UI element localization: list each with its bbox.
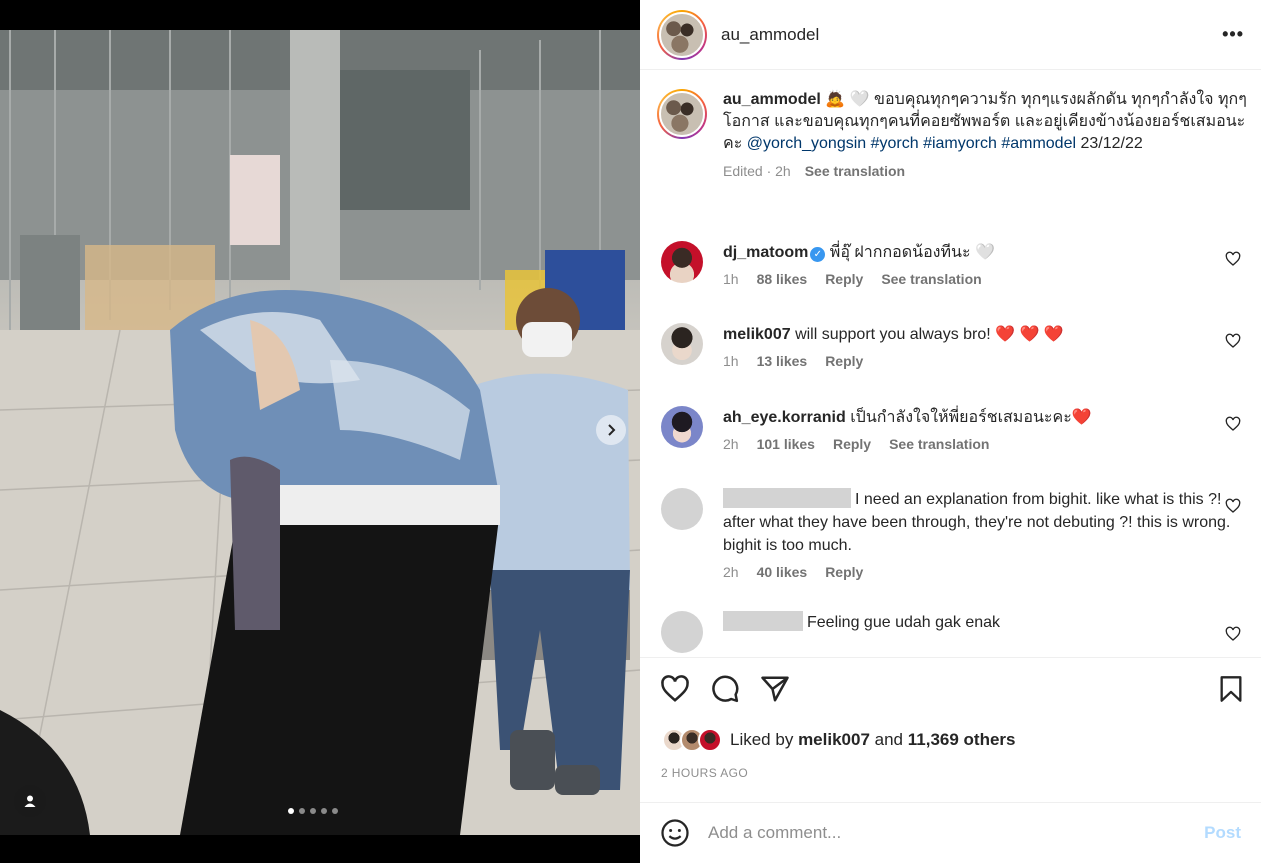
liked-by-summary[interactable]: Liked by melik007 and 11,369 others bbox=[662, 728, 1016, 752]
commenter-avatar[interactable] bbox=[661, 406, 703, 448]
comment-bubble-icon[interactable] bbox=[710, 674, 740, 704]
like-comment-heart-icon[interactable] bbox=[1225, 251, 1241, 267]
commenter-avatar[interactable] bbox=[661, 323, 703, 365]
carousel-indicator bbox=[288, 808, 338, 814]
caption-see-translation[interactable]: See translation bbox=[805, 163, 905, 179]
add-comment-input[interactable] bbox=[708, 823, 1178, 843]
caption-emoji: 🙇 🤍 bbox=[825, 91, 870, 108]
comment-likes[interactable]: 88 likes bbox=[757, 271, 808, 287]
comment-reply-button[interactable]: Reply bbox=[825, 564, 863, 580]
tagged-users-button[interactable] bbox=[14, 785, 46, 817]
more-options-icon[interactable]: ••• bbox=[1222, 24, 1244, 45]
commenter-avatar[interactable] bbox=[661, 488, 703, 530]
post-media bbox=[0, 0, 640, 863]
post-actions: Liked by melik007 and 11,369 others 2 HO… bbox=[640, 657, 1261, 802]
caption-mentions[interactable]: @yorch_yongsin #yorch #iamyorch #ammodel bbox=[747, 135, 1076, 152]
carousel-dot bbox=[321, 808, 327, 814]
commenter-username[interactable]: dj_matoom bbox=[723, 244, 808, 261]
share-paper-plane-icon[interactable] bbox=[760, 674, 790, 704]
comment-time: 1h bbox=[723, 271, 739, 287]
like-heart-icon[interactable] bbox=[660, 674, 690, 704]
comment-likes[interactable]: 13 likes bbox=[757, 353, 808, 369]
comment-item: ah_eye.korranid เป็นกำลังใจให้พี่ยอร์ชเส… bbox=[661, 406, 1241, 452]
like-comment-heart-icon[interactable] bbox=[1225, 333, 1241, 349]
comment-item: dj_matoom ✓ พี่อุ๊ ฝากกอดน้องทีนะ 🤍 1h 88… bbox=[661, 241, 1241, 287]
comment-text: พี่อุ๊ ฝากกอดน้องทีนะ 🤍 bbox=[829, 244, 995, 261]
liked-by-user[interactable]: melik007 bbox=[798, 730, 870, 750]
caption-edited: Edited · 2h bbox=[723, 163, 791, 179]
post-side-panel: au_ammodel ••• au_ammodel 🙇 🤍 ขอบคุณทุกๆ… bbox=[640, 0, 1261, 863]
comments-scroll-area[interactable]: au_ammodel 🙇 🤍 ขอบคุณทุกๆความรัก ทุกๆแรง… bbox=[640, 71, 1261, 657]
post-caption: au_ammodel 🙇 🤍 ขอบคุณทุกๆความรัก ทุกๆแรง… bbox=[657, 89, 1247, 179]
emoji-smiley-icon[interactable] bbox=[660, 818, 690, 848]
comment-item: I need an explanation from bighit. like … bbox=[661, 488, 1241, 580]
caption-date: 23/12/22 bbox=[1080, 135, 1143, 152]
post-header: au_ammodel ••• bbox=[640, 0, 1261, 70]
post-timestamp[interactable]: 2 HOURS AGO bbox=[661, 766, 748, 780]
comment-text: เป็นกำลังใจให้พี่ยอร์ชเสมอนะคะ❤️ bbox=[850, 409, 1092, 426]
comment-likes[interactable]: 101 likes bbox=[757, 436, 815, 452]
redacted-username bbox=[723, 488, 851, 508]
commenter-avatar[interactable] bbox=[661, 241, 703, 283]
commenter-username[interactable]: ah_eye.korranid bbox=[723, 409, 846, 426]
comment-text: will support you always bro! ❤️ ❤️ ❤️ bbox=[795, 326, 1064, 343]
comment-reply-button[interactable]: Reply bbox=[833, 436, 871, 452]
commenter-avatar[interactable] bbox=[661, 611, 703, 653]
author-username[interactable]: au_ammodel bbox=[721, 25, 819, 45]
verified-badge-icon: ✓ bbox=[810, 247, 826, 262]
airport-photo-illustration bbox=[0, 30, 640, 835]
comment-see-translation[interactable]: See translation bbox=[881, 271, 981, 287]
commenter-username[interactable]: melik007 bbox=[723, 326, 791, 343]
comment-see-translation[interactable]: See translation bbox=[889, 436, 989, 452]
comment-time: 2h bbox=[723, 436, 739, 452]
liked-by-and: and bbox=[874, 730, 904, 749]
like-comment-heart-icon[interactable] bbox=[1225, 626, 1241, 642]
add-comment-bar: Post bbox=[640, 802, 1261, 863]
like-comment-heart-icon[interactable] bbox=[1225, 498, 1241, 514]
caption-username[interactable]: au_ammodel bbox=[723, 91, 821, 108]
person-icon bbox=[24, 795, 36, 807]
comment-item: Feeling gue udah gak enak bbox=[661, 611, 1241, 653]
comment-reply-button[interactable]: Reply bbox=[825, 271, 863, 287]
comment-time: 2h bbox=[723, 564, 739, 580]
redacted-username bbox=[723, 611, 803, 631]
carousel-next-button[interactable] bbox=[596, 415, 626, 445]
liker-avatar bbox=[698, 728, 722, 752]
liker-avatars bbox=[662, 728, 722, 752]
post-comment-button[interactable]: Post bbox=[1204, 823, 1241, 843]
liked-by-prefix: Liked by bbox=[730, 730, 794, 749]
comment-item: melik007 will support you always bro! ❤️… bbox=[661, 323, 1241, 369]
author-avatar[interactable] bbox=[657, 9, 707, 60]
carousel-dot bbox=[288, 808, 294, 814]
caption-author-avatar[interactable] bbox=[657, 89, 707, 139]
save-bookmark-icon[interactable] bbox=[1217, 674, 1245, 704]
liked-by-others[interactable]: 11,369 others bbox=[908, 730, 1016, 750]
carousel-dot bbox=[310, 808, 316, 814]
carousel-dot bbox=[332, 808, 338, 814]
chevron-right-icon bbox=[608, 424, 616, 436]
comment-time: 1h bbox=[723, 353, 739, 369]
post-photo bbox=[0, 30, 640, 835]
like-comment-heart-icon[interactable] bbox=[1225, 416, 1241, 432]
comment-reply-button[interactable]: Reply bbox=[825, 353, 863, 369]
carousel-dot bbox=[299, 808, 305, 814]
comment-text: Feeling gue udah gak enak bbox=[807, 614, 1001, 631]
comment-likes[interactable]: 40 likes bbox=[757, 564, 808, 580]
